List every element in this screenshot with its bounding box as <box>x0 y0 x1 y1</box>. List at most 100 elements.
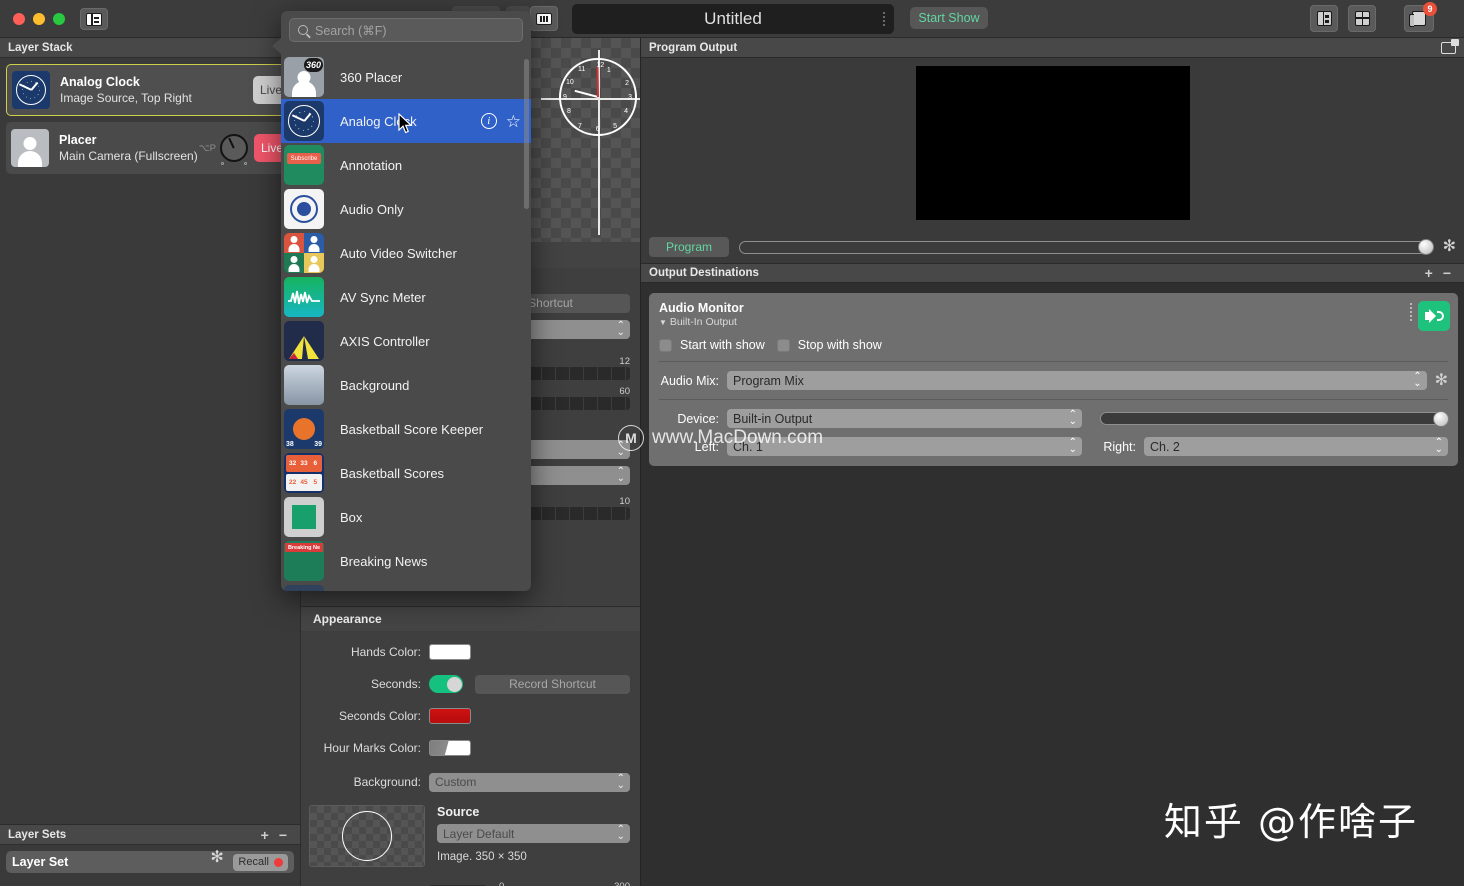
sidebar-glyph <box>86 12 102 26</box>
search-input[interactable]: Search (⌘F) <box>289 18 523 42</box>
start-with-show-checkbox[interactable] <box>659 338 672 352</box>
audio-monitor-menu-dots[interactable] <box>1410 303 1412 321</box>
chevron-updown-icon: ⌃ ⌄ <box>616 824 625 842</box>
layer-row-analog-clock[interactable]: Analog Clock Image Source, Top Right Liv… <box>6 64 294 116</box>
right-channel-select[interactable]: Ch. 2 ⌃ ⌄ <box>1144 437 1448 456</box>
stop-with-show-label: Stop with show <box>797 338 882 352</box>
popover-scrollbar[interactable] <box>524 59 529 209</box>
list-item-basketball-scores[interactable]: 32 33 6 22 45 5 Basketball Scores <box>281 451 531 495</box>
recall-button[interactable]: Recall <box>233 853 288 871</box>
sidebar-toggle-icon[interactable] <box>80 8 108 30</box>
hour-marks-color-swatch[interactable] <box>429 740 471 756</box>
list-item-basketball-score-keeper[interactable]: 38 39 Basketball Score Keeper <box>281 407 531 451</box>
remove-destination-button[interactable]: − <box>1438 266 1456 280</box>
breaking-news-icon: Breaking Ne <box>284 541 324 581</box>
seconds-record-shortcut-button[interactable]: Record Shortcut <box>475 674 630 694</box>
appearance-title: Appearance <box>301 607 640 631</box>
maximize-button[interactable] <box>53 13 65 25</box>
left-channel-select[interactable]: Ch. 1 ⌃ ⌄ <box>727 437 1082 456</box>
document-title-field[interactable]: Untitled <box>572 4 894 34</box>
list-item-label: Annotation <box>340 157 403 173</box>
detach-window-icon[interactable] <box>1441 38 1459 54</box>
star-icon[interactable]: ☆ <box>506 113 521 130</box>
remove-layer-set-button[interactable]: − <box>274 828 292 842</box>
list-item-audio-only[interactable]: Audio Only <box>281 187 531 231</box>
analog-clock-icon <box>284 101 324 141</box>
list-item-breaking-news[interactable]: Breaking Ne Breaking News <box>281 539 531 583</box>
program-output-controls: Program ✻ <box>641 231 1464 263</box>
add-layer-popover: Search (⌘F) 360 360 Placer Analog Clock … <box>281 11 531 591</box>
layer-type-list: 360 360 Placer Analog Clock i ☆ Subscrib… <box>281 55 531 591</box>
list-item-axis-controller[interactable]: AXIS Controller <box>281 319 531 363</box>
page-title: Untitled <box>704 9 762 28</box>
list-item-label: AXIS Controller <box>340 333 430 349</box>
documents-badge: 9 <box>1423 2 1437 16</box>
background-row: Background: Custom ⌃ ⌄ <box>301 769 640 795</box>
list-item-label: Basketball Score Keeper <box>340 421 484 437</box>
add-destination-button[interactable]: + <box>1420 266 1438 280</box>
search-placeholder: Search (⌘F) <box>315 23 387 38</box>
av-sync-meter-icon <box>284 277 324 317</box>
media-clip-icon[interactable] <box>530 6 558 31</box>
slider-handle[interactable] <box>1417 239 1434 255</box>
list-item-360-placer[interactable]: 360 360 Placer <box>281 55 531 99</box>
badge-360: 360 <box>304 58 323 72</box>
basketball-scores-icon: 32 33 6 22 45 5 <box>284 453 324 493</box>
layout-split-icon[interactable] <box>1310 5 1338 32</box>
device-label: Device: <box>677 411 719 426</box>
device-select[interactable]: Built-in Output ⌃ ⌄ <box>727 409 1082 428</box>
list-item-background[interactable]: Background <box>281 363 531 407</box>
program-output-screen[interactable] <box>916 66 1190 220</box>
program-volume-slider[interactable] <box>739 239 1434 255</box>
program-button[interactable]: Program <box>649 237 729 257</box>
layer-opacity-knob[interactable] <box>220 134 248 165</box>
chevron-updown-icon: ⌃ ⌄ <box>1068 437 1077 455</box>
chevron-updown-icon: ⌃ ⌄ <box>616 319 625 338</box>
layer-row-placer[interactable]: Placer Main Camera (Fullscreen) ⌥P Live <box>6 122 294 174</box>
list-item-partial[interactable]: 🔥 <box>281 583 531 591</box>
output-destinations-title: Output Destinations <box>649 267 759 279</box>
chevron-updown-icon: ⌃ ⌄ <box>616 465 625 484</box>
layout-grid-icon[interactable] <box>1348 5 1376 32</box>
minimize-button[interactable] <box>33 13 45 25</box>
list-item-box[interactable]: Box <box>281 495 531 539</box>
slider-handle[interactable] <box>1433 410 1449 427</box>
layer-stack-title: Layer Stack <box>8 41 73 54</box>
source-select[interactable]: Layer Default ⌃ ⌄ <box>437 824 630 843</box>
list-item-label: Basketball Scores <box>340 465 445 481</box>
hands-color-swatch[interactable] <box>429 644 471 660</box>
breaking-news-banner: Breaking Ne <box>285 543 323 552</box>
image-scale-row: Image Scale: 120 % 0 300 <box>301 881 640 886</box>
seconds-toggle[interactable] <box>429 675 463 693</box>
layer-title: Placer <box>59 133 97 147</box>
divider <box>659 399 1448 400</box>
seconds-color-swatch[interactable] <box>429 708 471 724</box>
info-icon[interactable]: i <box>480 113 497 129</box>
device-volume-slider[interactable] <box>1100 410 1449 427</box>
gear-icon[interactable] <box>210 850 225 869</box>
gear-icon[interactable]: ✻ <box>1443 239 1456 255</box>
source-thumbnail[interactable] <box>309 805 425 867</box>
stop-with-show-checkbox[interactable] <box>776 338 790 352</box>
program-output-header: Program Output <box>641 38 1464 58</box>
audio-mix-gear-icon[interactable]: ✻ <box>1435 372 1448 389</box>
close-button[interactable] <box>13 13 25 25</box>
layer-set-row[interactable]: Layer Set Recall <box>6 850 294 873</box>
list-item-annotation[interactable]: Subscribe Annotation <box>281 143 531 187</box>
analog-clock-preview-icon: 12 1 2 3 4 5 6 7 8 9 10 11 <box>559 58 637 136</box>
scale-min-label: 0 <box>499 881 504 886</box>
list-item-auto-video-switcher[interactable]: Auto Video Switcher <box>281 231 531 275</box>
background-select[interactable]: Custom ⌃ ⌄ <box>429 772 630 792</box>
speaker-on-icon[interactable] <box>1418 301 1450 331</box>
recall-label: Recall <box>238 856 269 868</box>
add-layer-set-button[interactable]: + <box>256 828 274 842</box>
output-destinations-header: Output Destinations + − <box>641 263 1464 283</box>
axis-glyph <box>289 336 319 359</box>
chevron-updown-icon: ⌃ ⌄ <box>1434 437 1443 455</box>
audio-mix-select[interactable]: Program Mix ⌃ ⌄ <box>727 371 1427 390</box>
audio-only-icon <box>284 189 324 229</box>
list-item-av-sync-meter[interactable]: AV Sync Meter <box>281 275 531 319</box>
start-show-button[interactable]: Start Show <box>910 7 988 29</box>
device-row: Device: Built-in Output ⌃ ⌄ <box>659 409 1449 428</box>
documents-icon[interactable]: 9 <box>1404 2 1437 32</box>
